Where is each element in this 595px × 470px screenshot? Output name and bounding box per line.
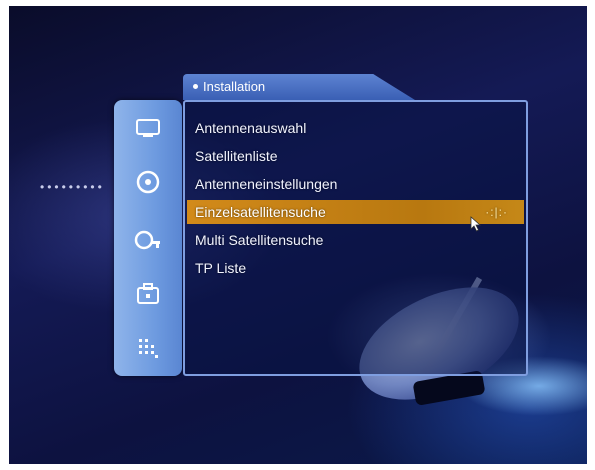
menu-item-label: TP Liste — [195, 260, 247, 276]
tv-icon[interactable] — [114, 106, 182, 150]
menu-item-tp-liste[interactable]: TP Liste — [187, 256, 524, 280]
grid-icon[interactable] — [114, 326, 182, 370]
tab-bullet-icon — [193, 84, 198, 89]
menu-item-satellitenliste[interactable]: Satellitenliste — [187, 144, 524, 168]
menu-item-label: Satellitenliste — [195, 148, 278, 164]
menu-item-antennenauswahl[interactable]: Antennenauswahl — [187, 116, 524, 140]
menu-item-label: Multi Satellitensuche — [195, 232, 324, 248]
menu-item-label: Einzelsatellitensuche — [195, 204, 326, 220]
selection-marker-icon: ·:|:· — [485, 205, 508, 219]
key-icon[interactable] — [114, 218, 182, 262]
category-sidebar — [114, 100, 182, 376]
mouse-pointer-icon — [470, 216, 482, 237]
menu-title: Installation — [203, 79, 266, 94]
menu-item-label: Antenneneinstellungen — [195, 176, 338, 192]
disc-icon[interactable] — [114, 160, 182, 204]
case-icon[interactable] — [114, 272, 182, 316]
active-row-indicator: ••••••••• — [40, 180, 105, 194]
menu-item-antenneneinstellungen[interactable]: Antenneneinstellungen — [187, 172, 524, 196]
menu-item-label: Antennenauswahl — [195, 120, 307, 136]
